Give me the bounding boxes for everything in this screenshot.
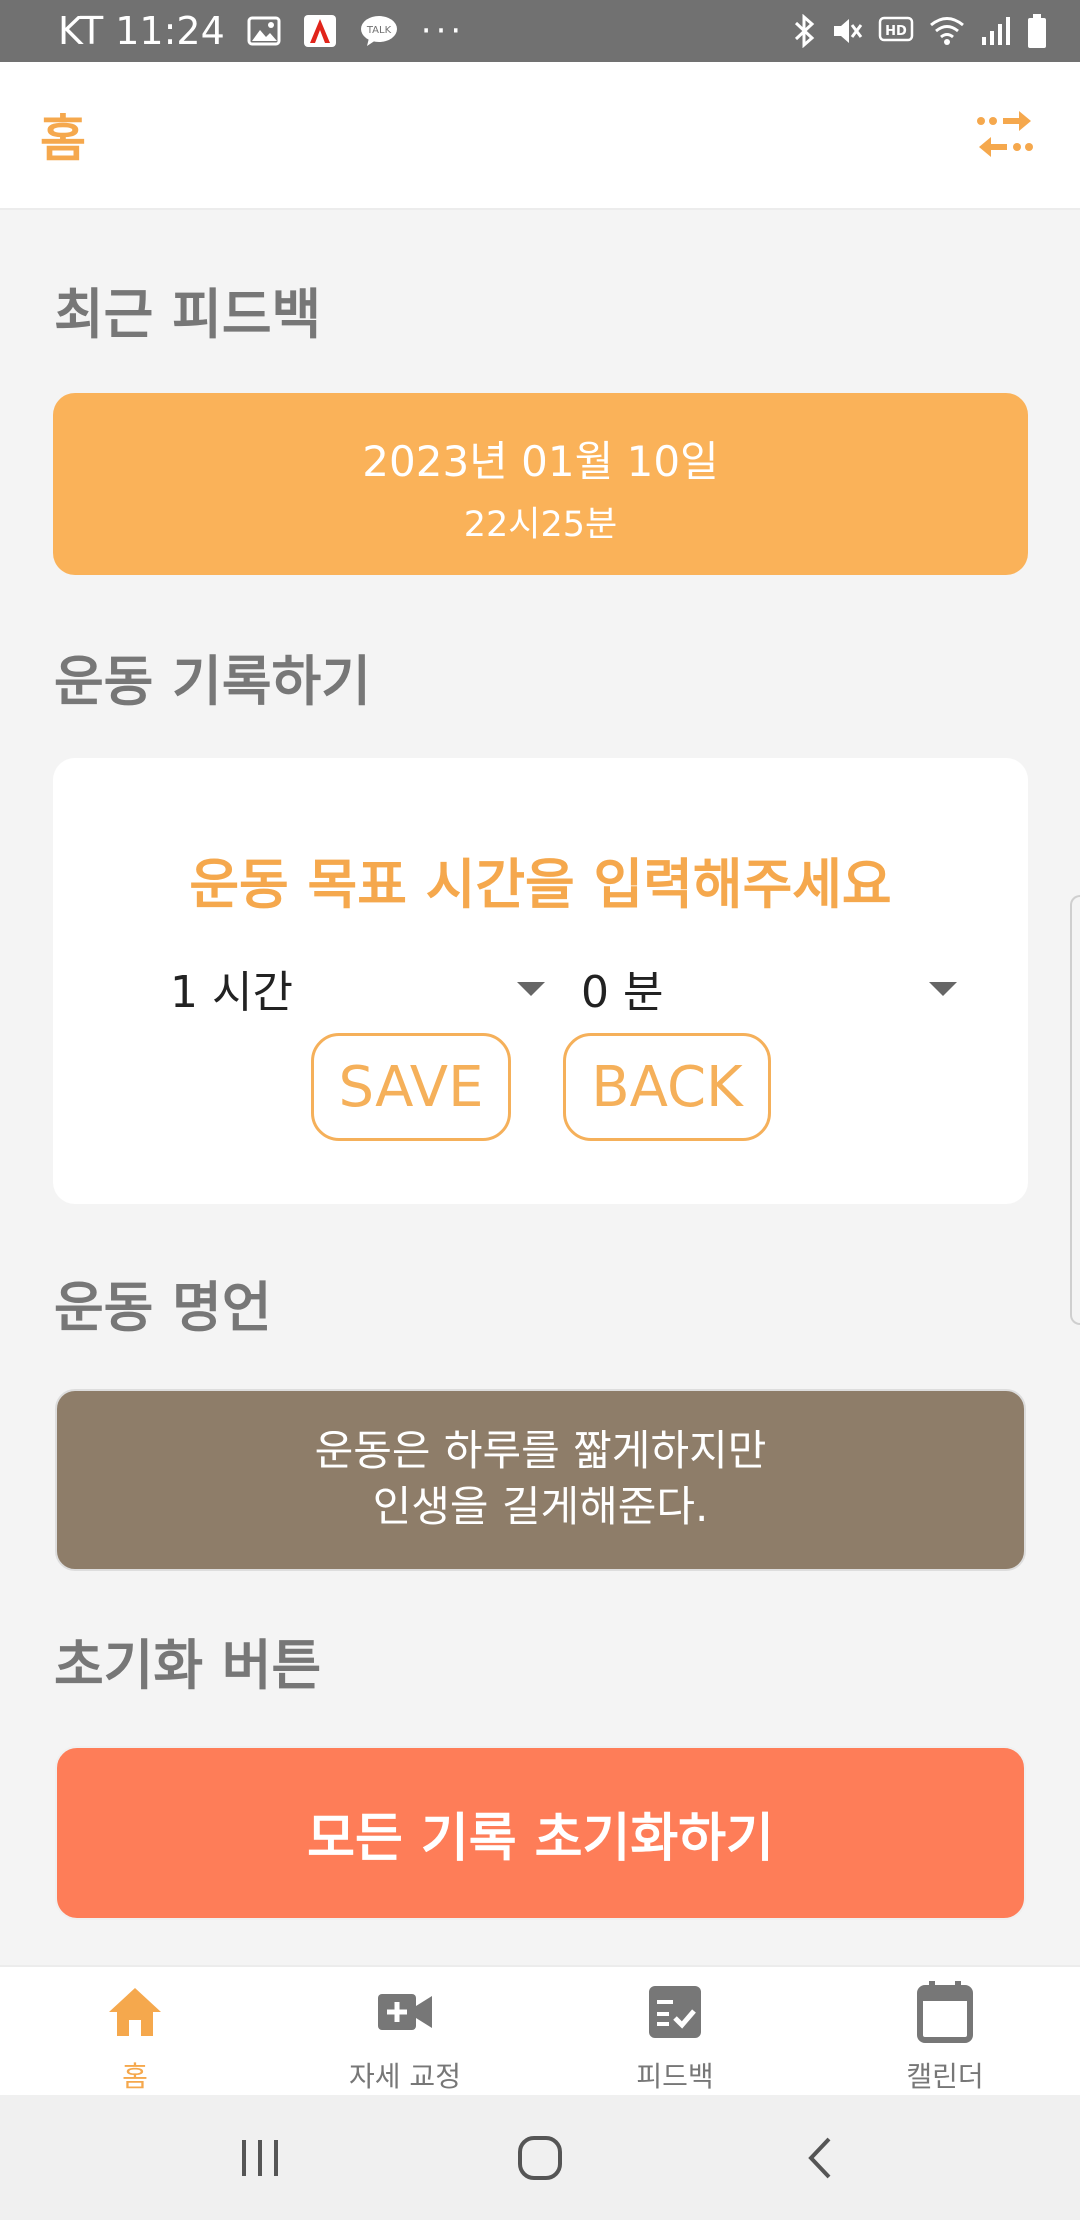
feedback-date: 2023년 01월 10일 [362,437,719,486]
chevron-down-icon [929,982,957,996]
chevron-down-icon [517,982,545,996]
nav-home[interactable]: 홈 [0,1967,270,2095]
exercise-quote-card: 운동은 하루를 짧게하지만 인생을 길게해준다. [55,1389,1026,1571]
carrier-time: KT 11:24 [58,9,225,53]
home-circle-icon [518,2135,562,2180]
nav-calendar[interactable]: 캘린더 [810,1967,1080,2095]
save-button[interactable]: SAVE [311,1033,511,1141]
system-nav-bar [0,2095,1080,2220]
recent-apps-icon [242,2139,278,2176]
status-right: HD [792,13,1048,49]
reset-all-records-button[interactable]: 모든 기록 초기화하기 [55,1746,1026,1920]
status-left: KT 11:24 TALK ··· [58,9,465,53]
svg-text:TALK: TALK [366,25,392,36]
back-button[interactable]: BACK [563,1033,771,1141]
swap-arrows-icon [977,111,1033,157]
svg-text:HD: HD [885,24,907,39]
talk-icon: TALK [359,14,399,48]
bluetooth-icon [792,14,816,48]
hd-icon: HD [878,16,914,46]
nav-posture-label: 자세 교정 [349,2060,461,2093]
nav-calendar-label: 캘린더 [906,2060,984,2093]
swap-arrows-button[interactable] [970,100,1040,170]
quote-line-1: 운동은 하루를 짧게하지만 [314,1426,767,1475]
checklist-icon [644,1981,706,2043]
recent-feedback-heading: 최근 피드백 [54,283,322,346]
video-plus-icon [374,1981,436,2043]
back-system-button[interactable] [780,2118,860,2198]
nav-posture-correction[interactable]: 자세 교정 [270,1967,540,2095]
hour-select[interactable]: 1 시간 [170,948,545,1028]
gallery-icon [247,16,281,46]
wifi-icon [928,15,966,47]
app-bar: 홈 [0,62,1080,210]
acrobat-icon [303,14,337,48]
page-title: 홈 [40,110,86,168]
goal-time-prompt: 운동 목표 시간을 입력해주세요 [189,853,892,916]
exercise-quote-heading: 운동 명언 [54,1276,272,1339]
exercise-record-card: 운동 목표 시간을 입력해주세요 1 시간 0 분 SAVE BACK [53,758,1028,1204]
nav-feedback[interactable]: 피드백 [540,1967,810,2095]
status-bar: KT 11:24 TALK ··· HD [0,0,1080,62]
quote-line-2: 인생을 길게해준다. [372,1482,709,1531]
nav-home-label: 홈 [122,2060,148,2093]
scroll-indicator[interactable] [1070,895,1080,1325]
hour-value: 1 시간 [170,967,293,1018]
signal-icon [980,15,1012,47]
feedback-time: 22시25분 [463,505,618,545]
nav-feedback-label: 피드백 [636,2060,714,2093]
exercise-record-heading: 운동 기록하기 [54,650,371,713]
minute-value: 0 분 [581,967,664,1018]
recent-apps-button[interactable] [220,2118,300,2198]
mute-icon [830,14,864,48]
more-notifications-icon: ··· [420,11,466,51]
battery-icon [1026,13,1048,49]
home-icon [104,1981,166,2043]
minute-select[interactable]: 0 분 [581,948,957,1028]
bottom-nav: 홈 자세 교정 피드백 캘린더 [0,1965,1080,2095]
back-chevron-icon [808,2137,831,2178]
reset-heading: 초기화 버튼 [54,1634,322,1697]
calendar-icon [914,1981,976,2043]
recent-feedback-card[interactable]: 2023년 01월 10일 22시25분 [53,393,1028,575]
home-system-button[interactable] [500,2118,580,2198]
